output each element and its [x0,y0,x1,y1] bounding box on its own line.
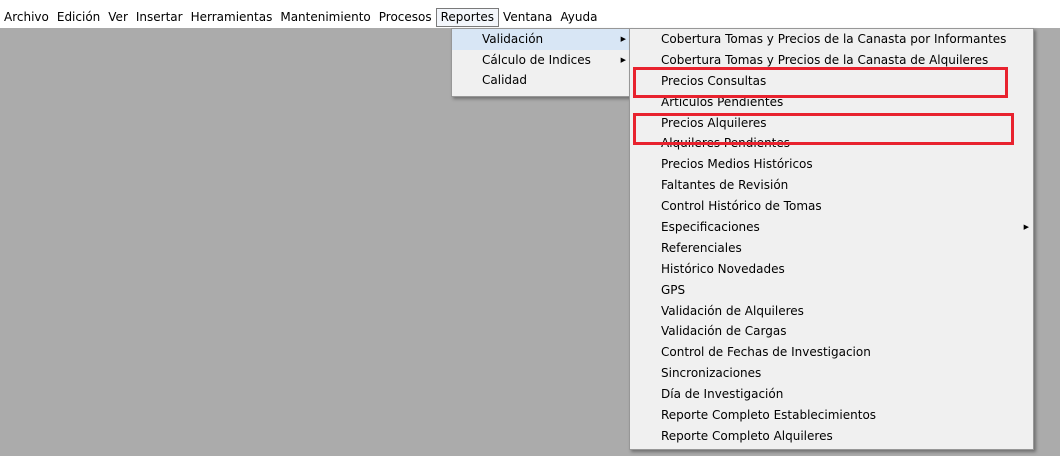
validacion-item-label: Especificaciones [661,220,760,235]
menu-mantenimiento[interactable]: Mantenimiento [276,8,374,27]
annotation-box-precios-consultas [633,67,1008,98]
reportes-item-calculo-indices[interactable]: Cálculo de Indices ▶ [452,50,630,71]
validacion-item[interactable]: Referenciales [630,238,1033,259]
validacion-item[interactable]: GPS [630,280,1033,301]
menu-ventana[interactable]: Ventana [499,8,556,27]
validacion-item[interactable]: Día de Investigación [630,384,1033,405]
validacion-item-label: Día de Investigación [661,387,784,402]
menu-procesos[interactable]: Procesos [375,8,436,27]
submenu-arrow-icon: ▶ [620,35,626,43]
validacion-item[interactable]: Histórico Novedades [630,259,1033,280]
submenu-arrow-icon: ▶ [620,55,626,64]
validacion-item-label: Sincronizaciones [661,366,762,381]
reportes-item-label: Cálculo de Indices [482,52,591,67]
validacion-item-label: Faltantes de Revisión [661,178,789,193]
validacion-item-label: Reporte Completo Establecimientos [661,408,877,423]
validacion-item[interactable]: Reporte Completo Establecimientos [630,405,1033,426]
menu-edicion[interactable]: Edición [53,8,104,27]
reportes-item-validacion[interactable]: Validación ▶ [452,29,630,50]
validacion-item-label: Reporte Completo Alquileres [661,428,833,443]
menu-ver[interactable]: Ver [104,8,132,27]
validacion-item-label: Validación de Alquileres [661,303,804,318]
validacion-item-label: Cobertura Tomas y Precios de la Canasta … [661,32,1007,46]
validacion-item-label: Validación de Cargas [661,324,787,339]
validacion-item-label: GPS [661,282,686,297]
validacion-item[interactable]: Control de Fechas de Investigacion [630,342,1033,363]
annotation-box-precios-alquileres [633,113,1014,145]
validacion-item[interactable]: Especificaciones ▶ [630,217,1033,238]
validacion-item-label: Cobertura Tomas y Precios de la Canasta … [661,52,989,67]
validacion-item[interactable]: Faltantes de Revisión [630,175,1033,196]
reportes-item-label: Calidad [482,73,527,87]
menu-reportes[interactable]: Reportes [435,8,500,27]
validacion-item[interactable]: Reporte Completo Alquileres [630,426,1033,447]
validacion-item[interactable]: Precios Medios Históricos [630,154,1033,175]
validacion-item-label: Precios Medios Históricos [661,157,813,172]
menu-bar: Archivo Edición Ver Insertar Herramienta… [0,7,1060,28]
cropped-caption-strip [0,0,1060,7]
validacion-item[interactable]: Validación de Cargas [630,321,1033,342]
validacion-item[interactable]: Cobertura Tomas y Precios de la Canasta … [630,29,1033,50]
menu-herramientas[interactable]: Herramientas [187,8,277,27]
validacion-item-label: Control de Fechas de Investigacion [661,345,871,360]
validacion-item[interactable]: Validación de Alquileres [630,301,1033,322]
validacion-item[interactable]: Sincronizaciones [630,363,1033,384]
validacion-item-label: Referenciales [661,240,742,255]
submenu-arrow-icon: ▶ [1023,223,1029,232]
menu-insertar[interactable]: Insertar [132,8,187,27]
menu-ayuda[interactable]: Ayuda [556,8,601,27]
reportes-item-calidad[interactable]: Calidad [452,70,630,91]
validacion-item[interactable]: Control Histórico de Tomas [630,196,1033,217]
validacion-item-label: Histórico Novedades [661,261,785,276]
reportes-dropdown: Validación ▶ Cálculo de Indices ▶ Calida… [451,28,631,97]
validacion-item-label: Control Histórico de Tomas [661,199,822,214]
reportes-item-label: Validación [482,32,544,46]
menu-archivo[interactable]: Archivo [0,8,53,27]
